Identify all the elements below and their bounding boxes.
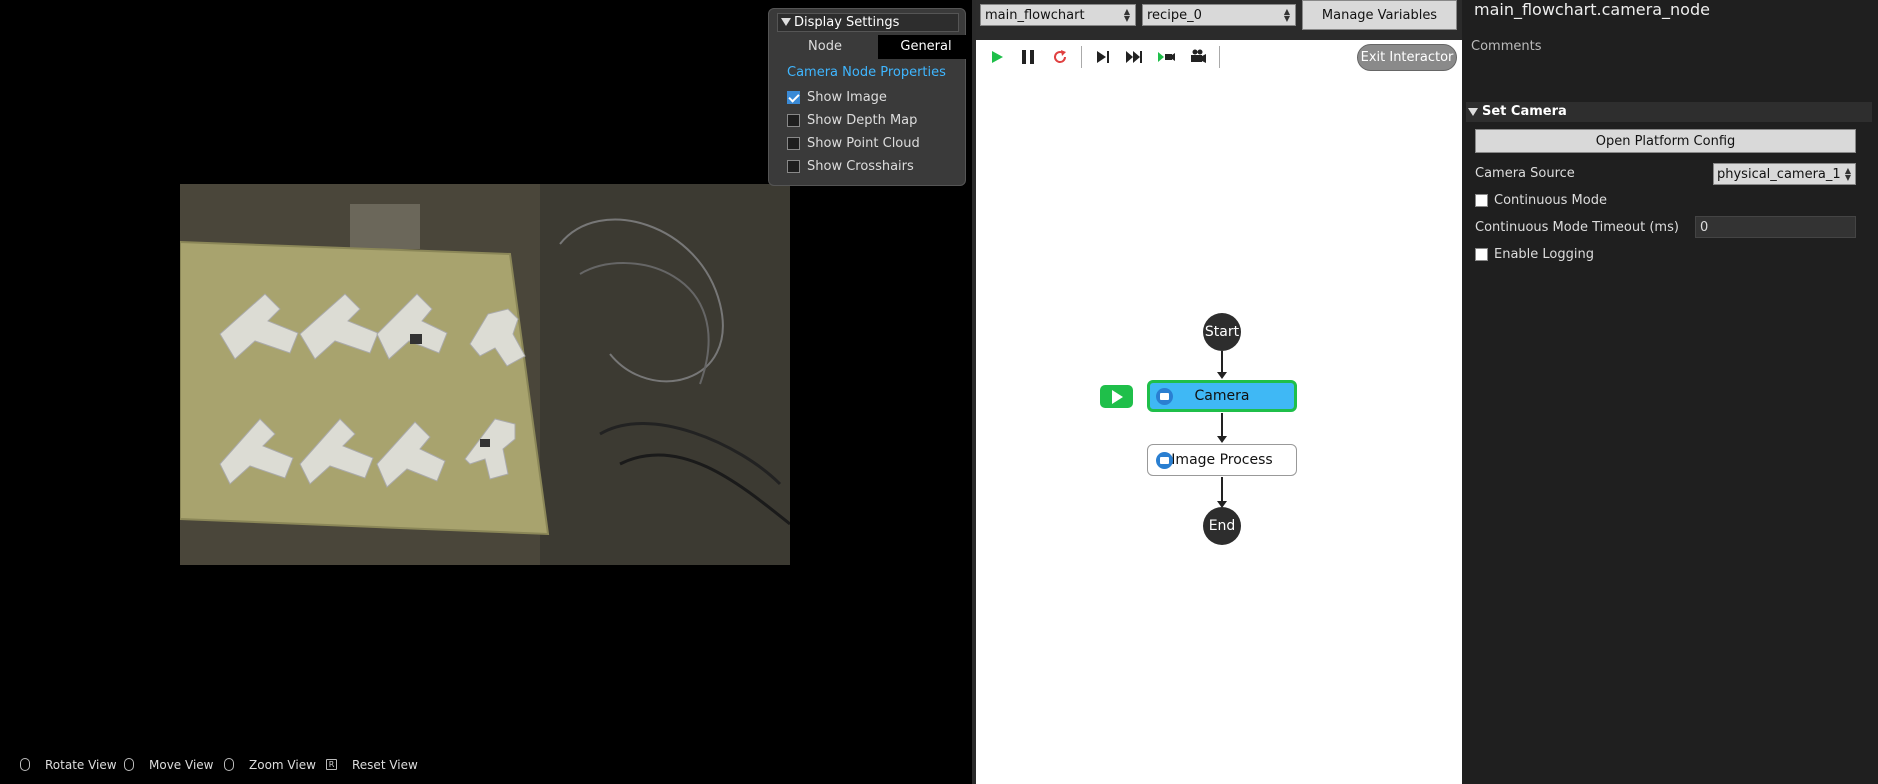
reset-view-hint: Reset View <box>352 758 418 772</box>
timeout-input[interactable]: 0 <box>1695 216 1856 238</box>
reload-icon[interactable] <box>1051 48 1069 66</box>
right-mouse-icon <box>124 758 134 771</box>
play-icon[interactable] <box>988 48 1006 66</box>
display-settings-header[interactable]: Display Settings <box>777 13 959 32</box>
recipe-select-value: recipe_0 <box>1147 8 1202 23</box>
show-crosshairs-option[interactable]: Show Crosshairs <box>787 159 914 175</box>
camera-source-value: physical_camera_1 <box>1717 167 1841 182</box>
camera-source-select[interactable]: physical_camera_1 ▲ ▼ <box>1713 163 1856 185</box>
manage-variables-button[interactable]: Manage Variables <box>1302 0 1457 30</box>
start-node[interactable]: Start <box>1203 313 1241 351</box>
edge-imageprocess-end <box>1221 477 1223 502</box>
show-crosshairs-label: Show Crosshairs <box>807 159 914 174</box>
reset-key-icon: R <box>326 759 337 770</box>
exit-interactor-button[interactable]: Exit Interactor <box>1357 44 1457 71</box>
set-camera-section-title: Set Camera <box>1482 104 1567 119</box>
show-image-label: Show Image <box>807 90 887 105</box>
set-camera-section-header[interactable]: Set Camera <box>1466 102 1872 122</box>
show-image-option[interactable]: Show Image <box>787 90 887 106</box>
show-image-checkbox[interactable] <box>787 91 800 104</box>
collapse-triangle-icon <box>781 18 791 26</box>
left-mouse-icon <box>20 758 30 771</box>
step-all-icon[interactable] <box>1125 48 1143 66</box>
zoom-view-hint: Zoom View <box>249 758 316 772</box>
run-to-icon[interactable] <box>1157 48 1175 66</box>
flowchart-select[interactable]: main_flowchart ▲ ▼ <box>980 4 1136 26</box>
recipe-select[interactable]: recipe_0 ▲ ▼ <box>1142 4 1296 26</box>
tab-general[interactable]: General <box>878 35 974 59</box>
enable-logging-checkbox[interactable] <box>1475 248 1488 261</box>
rotate-view-hint: Rotate View <box>45 758 117 772</box>
updown-arrows-icon: ▲ ▼ <box>1123 7 1130 23</box>
display-settings-title: Display Settings <box>794 15 900 30</box>
camera-capture-icon[interactable] <box>1189 48 1207 66</box>
display-settings-tabs: Node General <box>777 35 974 59</box>
flowchart-select-value: main_flowchart <box>985 8 1085 23</box>
toolbar-separator <box>1081 46 1082 68</box>
run-indicator-icon <box>1100 385 1133 408</box>
display-settings-panel: Display Settings Node General Camera Nod… <box>768 8 974 186</box>
camera-source-label: Camera Source <box>1475 166 1575 181</box>
show-point-cloud-option[interactable]: Show Point Cloud <box>787 136 920 152</box>
toolbar-separator <box>1219 46 1220 68</box>
camera-node-properties-title: Camera Node Properties <box>787 65 946 80</box>
collapse-triangle-icon <box>1468 108 1478 116</box>
pause-icon[interactable] <box>1019 48 1037 66</box>
tab-node[interactable]: Node <box>777 35 873 59</box>
3d-viewport[interactable]: Display Settings Node General Camera Nod… <box>0 0 974 784</box>
flowchart-canvas[interactable] <box>976 40 1462 784</box>
show-depth-map-checkbox[interactable] <box>787 114 800 127</box>
timeout-label: Continuous Mode Timeout (ms) <box>1475 220 1679 235</box>
camera-icon <box>1156 388 1173 405</box>
camera-icon <box>1156 452 1173 469</box>
show-depth-map-option[interactable]: Show Depth Map <box>787 113 917 129</box>
move-view-hint: Move View <box>149 758 214 772</box>
updown-arrows-icon: ▲ ▼ <box>1844 166 1851 182</box>
edge-start-camera <box>1221 351 1223 373</box>
continuous-mode-checkbox[interactable] <box>1475 194 1488 207</box>
arrow-icon <box>1217 372 1227 379</box>
scroll-wheel-icon <box>224 758 234 771</box>
comments-label[interactable]: Comments <box>1471 39 1541 54</box>
open-platform-config-button[interactable]: Open Platform Config <box>1475 129 1856 153</box>
updown-arrows-icon: ▲ ▼ <box>1283 7 1290 23</box>
show-depth-map-label: Show Depth Map <box>807 113 918 128</box>
edge-camera-imageprocess <box>1221 413 1223 437</box>
arrow-icon <box>1217 436 1227 443</box>
continuous-mode-label: Continuous Mode <box>1494 193 1607 208</box>
image-process-node-label: Image Process <box>1171 452 1273 468</box>
step-icon[interactable] <box>1094 48 1112 66</box>
camera-node-label: Camera <box>1194 388 1250 404</box>
image-process-node[interactable]: Image Process <box>1147 444 1297 476</box>
end-node[interactable]: End <box>1203 507 1241 545</box>
node-path-title: main_flowchart.camera_node <box>1474 0 1710 19</box>
show-point-cloud-checkbox[interactable] <box>787 137 800 150</box>
show-crosshairs-checkbox[interactable] <box>787 160 800 173</box>
show-point-cloud-label: Show Point Cloud <box>807 136 920 151</box>
enable-logging-label: Enable Logging <box>1494 247 1594 262</box>
camera-image <box>180 184 790 565</box>
camera-node[interactable]: Camera <box>1147 380 1297 412</box>
